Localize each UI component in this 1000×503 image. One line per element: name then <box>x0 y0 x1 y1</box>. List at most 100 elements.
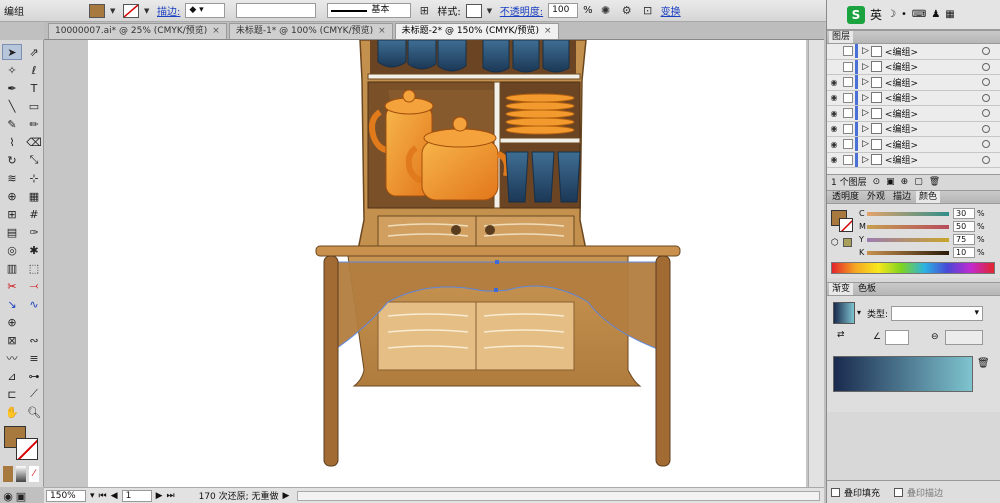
overprint-fill-checkbox[interactable] <box>831 487 840 497</box>
column-graph-tool-icon[interactable]: ▥ <box>2 260 22 276</box>
cyan-value[interactable]: 30 <box>953 208 975 219</box>
eraser-tool-icon[interactable]: ⌫ <box>24 134 44 150</box>
gradient-thumb-dropdown-icon[interactable]: ▾ <box>857 308 861 317</box>
layer-row[interactable]: ◉ ▷ <编组> <box>827 152 1000 168</box>
lock-toggle[interactable] <box>843 108 853 119</box>
opacity-field[interactable]: 100 <box>548 3 579 18</box>
graphic-style-swatch[interactable] <box>465 3 482 18</box>
symbol-sprayer-tool-icon[interactable]: ✱ <box>24 242 44 258</box>
lock-toggle[interactable] <box>843 77 853 88</box>
hand-tool-icon[interactable]: ✋ <box>2 404 22 420</box>
zoom-dropdown-icon[interactable]: ▾ <box>90 491 95 501</box>
fill-stroke-widget[interactable] <box>2 424 42 462</box>
magenta-value[interactable]: 50 <box>953 221 975 232</box>
bounding-box-tool-icon[interactable]: ⊠ <box>2 332 22 348</box>
color-spectrum-bar[interactable] <box>831 262 995 274</box>
layer-row[interactable]: ▷ <编组> <box>827 59 1000 75</box>
paintbrush-tool-icon[interactable]: ✎ <box>2 116 22 132</box>
vertical-scrollbar[interactable] <box>808 40 824 487</box>
lock-toggle[interactable] <box>843 139 853 150</box>
artboard[interactable] <box>88 40 806 487</box>
magic-wand-tool-icon[interactable]: ✧ <box>2 62 22 78</box>
overprint-stroke-checkbox[interactable] <box>894 487 904 497</box>
zoom-tool-icon[interactable]: 🔍︎ <box>24 404 44 420</box>
yellow-slider[interactable] <box>867 237 949 242</box>
cyan-slider[interactable] <box>867 211 949 216</box>
tab-appearance[interactable]: 外观 <box>864 191 888 203</box>
ime-mode[interactable]: 英 <box>870 6 882 23</box>
page-back-icon[interactable]: ◀ <box>111 491 118 501</box>
magenta-slider[interactable] <box>867 224 949 229</box>
visibility-icon[interactable]: ◉ <box>827 109 841 118</box>
gradient-type-select[interactable]: ▾ <box>891 306 983 321</box>
width-tool-icon[interactable]: ⤙ <box>24 278 44 294</box>
aspect-ratio-field[interactable] <box>945 330 983 345</box>
align-icon[interactable]: ⊡ <box>640 3 656 19</box>
mesh-tool-icon[interactable]: # <box>24 206 44 222</box>
target-icon[interactable] <box>982 47 990 56</box>
transform-link[interactable]: 变换 <box>661 3 681 18</box>
tab-swatches[interactable]: 色板 <box>855 283 879 295</box>
lock-toggle[interactable] <box>843 92 853 103</box>
moon-icon[interactable]: ☽ <box>887 9 896 20</box>
scale-tool-icon[interactable]: ⤡ <box>24 152 44 168</box>
variable-width-field[interactable] <box>236 3 317 18</box>
envelope-tool-icon[interactable]: ∾ <box>24 332 44 348</box>
visibility-icon[interactable]: ◉ <box>827 93 841 102</box>
gradient-mode-icon[interactable] <box>16 466 26 482</box>
crosshair-tool-icon[interactable]: ⊕ <box>2 314 22 330</box>
tab-gradient[interactable]: 渐变 <box>829 283 854 295</box>
target-icon[interactable] <box>982 93 990 102</box>
pencil-tool-icon[interactable]: ✏ <box>24 116 44 132</box>
layers-panel-title[interactable]: 图层 <box>829 31 854 43</box>
warp-tool-icon[interactable]: ≋ <box>2 170 22 186</box>
page-forward-icon[interactable]: ▶ <box>156 491 163 501</box>
locate-object-icon[interactable]: ⊙ <box>873 177 881 187</box>
layer-row[interactable]: ◉ ▷ <编组> <box>827 75 1000 91</box>
gradient-tool-icon[interactable]: ▤ <box>2 224 22 240</box>
lock-toggle[interactable] <box>843 123 853 134</box>
ime-logo-icon[interactable]: S <box>847 5 865 24</box>
color-mode-icon[interactable] <box>3 466 13 482</box>
tab-document-2[interactable]: 未标题-1* @ 100% (CMYK/预览) × <box>228 23 393 39</box>
tab-close-icon[interactable]: × <box>378 26 386 36</box>
delete-layer-icon[interactable]: 🗑︎ <box>929 177 940 187</box>
next-page-icon[interactable]: ⏭ <box>166 491 174 501</box>
gradient-slider-bar[interactable] <box>833 356 973 392</box>
horizontal-scrollbar[interactable] <box>297 490 820 501</box>
align-center-tool-icon[interactable]: ≡ <box>24 350 44 366</box>
tab-close-icon[interactable]: × <box>544 26 552 36</box>
punctuation-icon[interactable]: • <box>901 9 907 20</box>
black-slider[interactable] <box>867 250 949 255</box>
layer-row[interactable]: ◉ ▷ <编组> <box>827 106 1000 122</box>
smooth-tool-icon[interactable]: ∿ <box>24 296 44 312</box>
zoom-field[interactable]: 150% <box>46 489 86 502</box>
recolor-icon[interactable]: ✺ <box>598 3 614 19</box>
arrange-icon[interactable]: ⊞ <box>416 3 432 19</box>
shape-builder-tool-icon[interactable]: ⊕ <box>2 188 22 204</box>
new-layer-icon[interactable]: ▢ <box>914 177 923 187</box>
tab-close-icon[interactable]: × <box>212 26 220 36</box>
layer-row[interactable]: ◉ ▷ <编组> <box>827 121 1000 137</box>
slice-tool-icon[interactable]: ✂ <box>2 278 22 294</box>
tab-document-1[interactable]: 10000007.ai* @ 25% (CMYK/预览) × <box>48 23 227 39</box>
target-icon[interactable] <box>982 78 990 87</box>
lock-toggle[interactable] <box>843 154 853 165</box>
layer-row[interactable]: ◉ ▷ <编组> <box>827 90 1000 106</box>
stroke-weight-field[interactable]: ◆ ▾ <box>185 3 226 18</box>
angle-field[interactable] <box>885 330 909 345</box>
make-clipping-mask-icon[interactable]: ▣ <box>886 177 895 187</box>
type-tool-icon[interactable]: T <box>24 80 44 96</box>
eyedropper-tool-icon[interactable]: ✑ <box>24 224 44 240</box>
none-mode-icon[interactable]: ⁄ <box>29 466 39 482</box>
selection-tool-icon[interactable]: ➤ <box>2 44 22 60</box>
rotate-tool-icon[interactable]: ↻ <box>2 152 22 168</box>
settings-gear-icon[interactable]: ⚙ <box>619 3 635 19</box>
visibility-icon[interactable]: ◉ <box>827 78 841 87</box>
crop-tool-icon[interactable]: ⊏ <box>2 386 22 402</box>
layer-row[interactable]: ▷ <编组> <box>827 44 1000 60</box>
lasso-tool-icon[interactable]: ℓ <box>24 62 44 78</box>
target-icon[interactable] <box>982 155 990 164</box>
tray-grid-icon[interactable]: ▦ <box>945 9 954 20</box>
gradient-thumbnail[interactable] <box>833 302 855 324</box>
